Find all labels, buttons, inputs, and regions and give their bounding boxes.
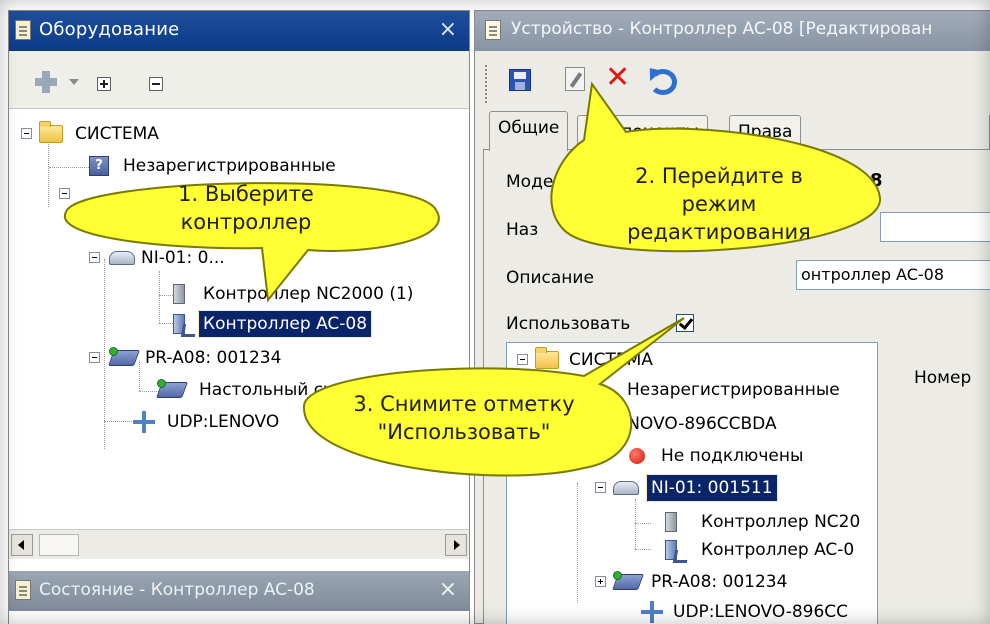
scroll-left-icon[interactable] <box>11 534 33 556</box>
tree-node-label: UDP:LENOVO-896CC <box>673 602 849 622</box>
dropdown-arrow-icon[interactable] <box>69 79 79 85</box>
equipment-panel-title: Оборудование <box>39 19 180 40</box>
tree-node-label: Не подключены <box>661 446 804 466</box>
controller-icon <box>173 314 185 334</box>
collapse-toggle-icon[interactable] <box>89 352 100 363</box>
collapse-toggle-icon[interactable] <box>21 128 32 139</box>
number-label: Номер <box>914 368 972 388</box>
status-panel-titlebar[interactable]: Состояние - Контроллер AC-08 × <box>9 571 469 611</box>
collapse-all-icon[interactable] <box>149 77 163 91</box>
description-label: Описание <box>506 268 594 288</box>
equipment-panel-titlebar[interactable]: Оборудование × <box>9 11 469 51</box>
horizontal-scrollbar[interactable] <box>9 529 469 559</box>
tree-node-label: СИСТЕМА <box>75 124 159 144</box>
controller-icon <box>665 512 677 532</box>
device-panel-titlebar[interactable]: Устройство - Контроллер AC-08 [Редактиро… <box>475 11 990 51</box>
expand-all-icon[interactable] <box>97 77 111 91</box>
device-panel-title: Устройство - Контроллер AC-08 [Редактиро… <box>511 19 933 39</box>
callout-step2-line1: 2. Перейдите в <box>635 164 803 188</box>
document-icon <box>485 20 501 40</box>
close-icon[interactable]: × <box>439 17 457 42</box>
tree-node-label: Незарегистрированные <box>627 380 840 400</box>
tree-node-label-selected: NI-01: 001511 <box>646 474 778 502</box>
tab-general[interactable]: Общие <box>489 111 569 151</box>
tree-node-label: UDP:LENOVO <box>167 412 280 432</box>
callout-step2-line2: режим <box>681 192 757 216</box>
online-status-icon <box>613 571 622 580</box>
callout-step1-line2: контроллер <box>180 210 312 234</box>
toolbar-grip[interactable] <box>485 65 489 103</box>
udp-icon <box>133 411 155 433</box>
save-icon[interactable] <box>509 69 531 91</box>
document-icon <box>15 580 31 600</box>
callout-step3: 3. Снимите отметку "Использовать" <box>284 317 685 488</box>
add-icon[interactable] <box>35 71 57 93</box>
status-panel-body <box>9 611 469 624</box>
callout-step1-line1: 1. Выберите <box>178 182 314 206</box>
status-panel-title: Состояние - Контроллер AC-08 <box>39 580 315 600</box>
tree-node-label: Контроллер NC20 <box>701 512 861 532</box>
scroll-thumb[interactable] <box>39 534 79 556</box>
udp-icon <box>641 601 663 623</box>
callout-step3-line1: 3. Снимите отметку <box>353 392 575 416</box>
controller-icon <box>665 540 677 560</box>
tree-node-label: PR-A08: 001234 <box>145 348 282 368</box>
expand-toggle-icon[interactable] <box>595 576 606 587</box>
folder-icon <box>39 121 63 143</box>
name-label: Наз <box>506 220 539 240</box>
callout-step2-line3: редактирования <box>627 220 811 244</box>
scroll-right-icon[interactable] <box>445 534 467 556</box>
document-icon <box>15 20 31 40</box>
tree-node-label: Контроллер AC-0 <box>701 540 855 560</box>
tree-node-label: PR-A08: 001234 <box>651 572 788 592</box>
online-status-icon <box>109 347 118 356</box>
callout-step3-line2: "Использовать" <box>377 420 551 444</box>
equipment-toolbar <box>9 51 469 109</box>
equipment-panel: Оборудование × СИСТЕМА ? Незарегистриров… <box>8 10 470 624</box>
online-status-icon <box>157 379 166 388</box>
name-field[interactable] <box>880 212 990 242</box>
callout-step2: 2. Перейдите в режим редактирования <box>544 80 884 270</box>
callout-step1: 1. Выберите контроллер <box>36 160 456 310</box>
close-icon[interactable]: × <box>439 577 457 602</box>
